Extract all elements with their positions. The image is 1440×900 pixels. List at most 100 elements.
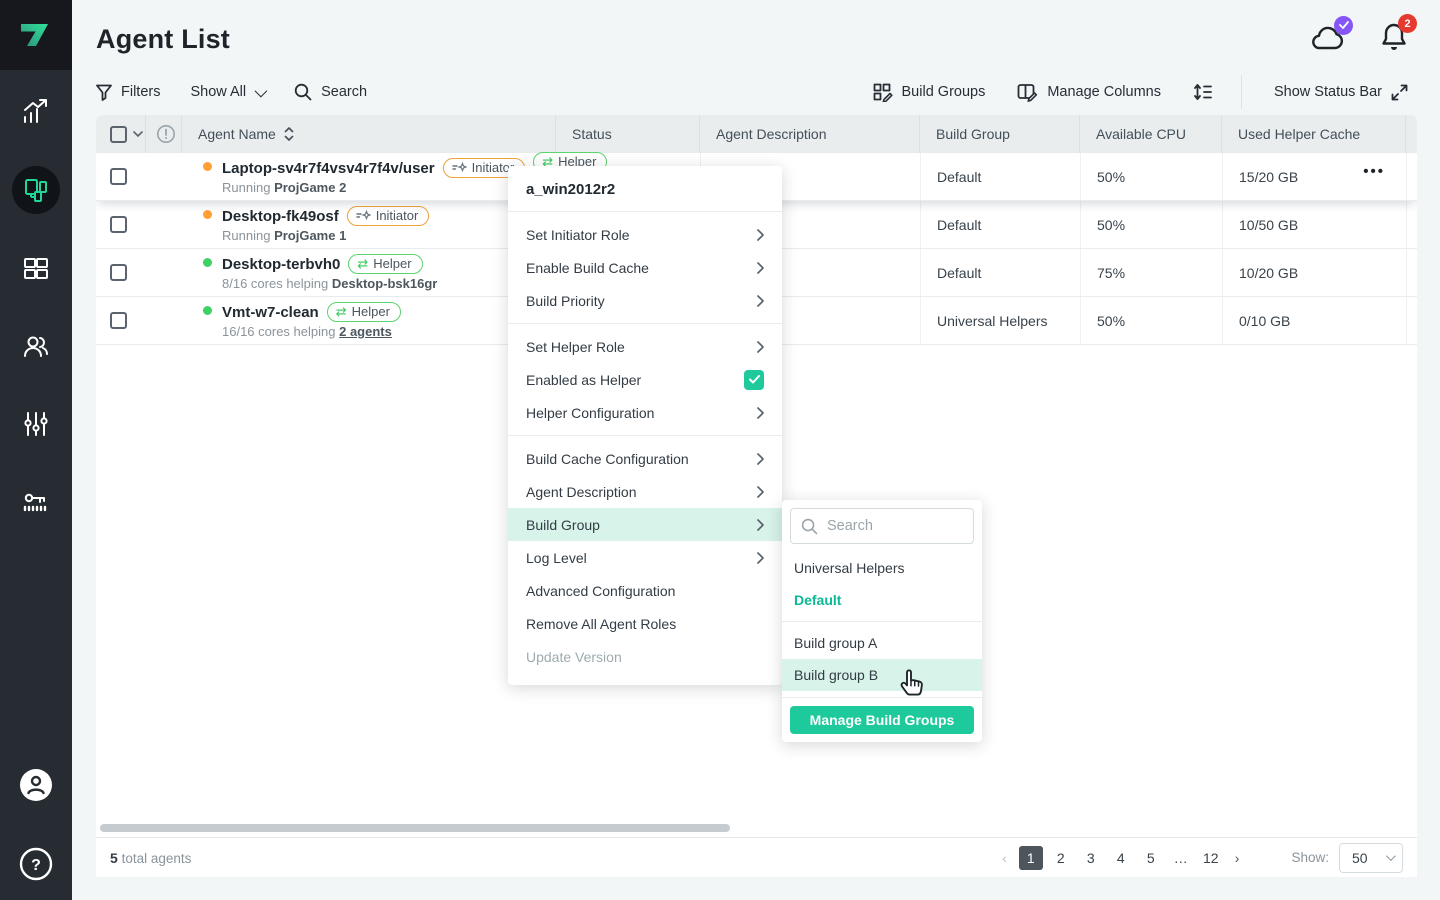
chevron-right-icon xyxy=(757,341,764,353)
menu-item-advanced-configuration[interactable]: Advanced Configuration xyxy=(508,574,782,607)
submenu-item-universal-helpers[interactable]: Universal Helpers xyxy=(782,552,982,584)
users-icon xyxy=(22,333,50,359)
submenu-item-default[interactable]: Default xyxy=(782,584,982,616)
show-all-label: Show All xyxy=(190,84,246,100)
sidebar-item-dashboard[interactable] xyxy=(12,244,60,292)
column-header-build-group[interactable]: Build Group xyxy=(920,115,1080,153)
page-button-12[interactable]: 12 xyxy=(1199,846,1223,870)
menu-item-enabled-as-helper[interactable]: Enabled as Helper xyxy=(508,363,782,396)
pagination: ‹ 1 2 3 4 5 … 12 › xyxy=(996,846,1245,870)
select-all-checkbox[interactable] xyxy=(110,126,127,143)
avatar-icon xyxy=(19,768,53,802)
submenu-search-input[interactable] xyxy=(827,518,947,534)
helper-arrows-icon: ⇄ xyxy=(357,257,368,270)
page-button-1[interactable]: 1 xyxy=(1019,846,1043,870)
manage-columns-button[interactable]: Manage Columns xyxy=(1017,83,1161,102)
show-all-dropdown[interactable]: Show All xyxy=(190,84,264,100)
menu-item-remove-all-agent-roles[interactable]: Remove All Agent Roles xyxy=(508,607,782,640)
cloud-check-badge xyxy=(1334,16,1353,35)
next-page-button[interactable]: › xyxy=(1229,850,1246,866)
row-checkbox[interactable] xyxy=(110,312,127,329)
menu-item-build-cache-configuration[interactable]: Build Cache Configuration xyxy=(508,442,782,475)
agent-name[interactable]: Desktop-fk49osf xyxy=(222,208,339,225)
agent-name[interactable]: Laptop-sv4r7f4vsv4r7f4v/user xyxy=(222,160,435,177)
cloud-status-button[interactable] xyxy=(1309,24,1346,56)
sidebar-item-analytics[interactable] xyxy=(12,88,60,136)
menu-item-helper-configuration[interactable]: Helper Configuration xyxy=(508,396,782,429)
initiator-badge: Initiator xyxy=(347,206,430,226)
status-dot xyxy=(203,210,212,219)
incredibuild-logo-icon xyxy=(17,20,55,50)
sidebar-item-license[interactable] xyxy=(12,478,60,526)
page-button-3[interactable]: 3 xyxy=(1079,846,1103,870)
menu-item-update-version: Update Version xyxy=(508,640,782,673)
help-icon: ? xyxy=(19,847,53,881)
agent-context-menu: a_win2012r2 Set Initiator Role Enable Bu… xyxy=(508,166,782,685)
checked-checkbox-icon[interactable] xyxy=(744,370,764,390)
build-groups-button[interactable]: Build Groups xyxy=(873,83,986,102)
brand-logo[interactable] xyxy=(0,0,72,70)
row-checkbox[interactable] xyxy=(110,168,127,185)
profile-avatar[interactable] xyxy=(19,768,53,807)
show-label: Show: xyxy=(1291,850,1329,865)
manage-build-groups-button[interactable]: Manage Build Groups xyxy=(790,706,974,734)
sort-rows-button[interactable] xyxy=(1193,82,1213,102)
build-group-cell: Default xyxy=(937,169,981,185)
build-group-cell: Universal Helpers xyxy=(937,313,1047,329)
sidebar-item-users[interactable] xyxy=(12,322,60,370)
page-button-2[interactable]: 2 xyxy=(1049,846,1073,870)
page-button-4[interactable]: 4 xyxy=(1109,846,1133,870)
helper-badge: ⇄ Helper xyxy=(327,302,401,322)
menu-item-set-helper-role[interactable]: Set Helper Role xyxy=(508,330,782,363)
check-icon xyxy=(1339,21,1349,29)
show-status-bar-button[interactable]: Show Status Bar xyxy=(1274,84,1408,101)
column-header-used-helper-cache[interactable]: Used Helper Cache xyxy=(1222,115,1406,153)
column-header-status[interactable]: Status xyxy=(556,115,700,153)
submenu-item-build-group-b[interactable]: Build group B xyxy=(782,659,982,691)
chevron-down-icon xyxy=(255,84,268,97)
used-helper-cache-cell: 10/50 GB xyxy=(1239,217,1298,233)
column-header-available-cpu[interactable]: Available CPU xyxy=(1080,115,1222,153)
build-group-cell: Default xyxy=(937,265,981,281)
status-dot xyxy=(203,306,212,315)
menu-item-build-group[interactable]: Build Group xyxy=(508,508,782,541)
page-button-5[interactable]: 5 xyxy=(1139,846,1163,870)
menu-item-build-priority[interactable]: Build Priority xyxy=(508,284,782,317)
notification-count-badge: 2 xyxy=(1398,14,1417,33)
row-actions-menu-button[interactable]: ••• xyxy=(1363,163,1385,180)
search-button[interactable]: Search xyxy=(294,83,367,101)
agent-name[interactable]: Vmt-w7-clean xyxy=(222,304,319,321)
row-checkbox[interactable] xyxy=(110,216,127,233)
agent-name[interactable]: Desktop-terbvh0 xyxy=(222,256,340,273)
alert-circle-icon xyxy=(156,124,176,144)
row-height-sort-icon xyxy=(1193,82,1213,102)
menu-item-agent-description[interactable]: Agent Description xyxy=(508,475,782,508)
menu-item-log-level[interactable]: Log Level xyxy=(508,541,782,574)
filters-button[interactable]: Filters xyxy=(96,84,160,101)
column-header-agent-description[interactable]: Agent Description xyxy=(700,115,920,153)
notifications-button[interactable]: 2 xyxy=(1380,22,1408,57)
used-helper-cache-cell: 10/20 GB xyxy=(1239,265,1298,281)
submenu-search-box[interactable] xyxy=(790,508,974,544)
submenu-divider xyxy=(782,621,982,622)
select-menu-chevron-icon[interactable] xyxy=(133,131,143,138)
toolbar-divider xyxy=(1241,75,1242,109)
menu-item-enable-build-cache[interactable]: Enable Build Cache xyxy=(508,251,782,284)
check-icon xyxy=(749,375,760,384)
sidebar-bottom: ? xyxy=(0,768,72,886)
submenu-item-build-group-a[interactable]: Build group A xyxy=(782,627,982,659)
menu-item-set-initiator-role[interactable]: Set Initiator Role xyxy=(508,218,782,251)
filter-icon xyxy=(96,84,112,101)
help-button[interactable]: ? xyxy=(19,847,53,886)
dashboard-icon xyxy=(22,256,50,280)
sidebar: ? xyxy=(0,0,72,900)
horizontal-scrollbar-thumb[interactable] xyxy=(100,824,730,832)
prev-page-button[interactable]: ‹ xyxy=(996,850,1013,866)
available-cpu-cell: 50% xyxy=(1097,217,1125,233)
sidebar-item-agents[interactable] xyxy=(12,166,60,214)
sidebar-item-settings[interactable] xyxy=(12,400,60,448)
page-size-select[interactable]: 50 xyxy=(1339,843,1403,873)
column-header-agent-name[interactable]: Agent Name xyxy=(182,115,556,153)
row-checkbox[interactable] xyxy=(110,264,127,281)
agents-link[interactable]: 2 agents xyxy=(339,324,392,339)
